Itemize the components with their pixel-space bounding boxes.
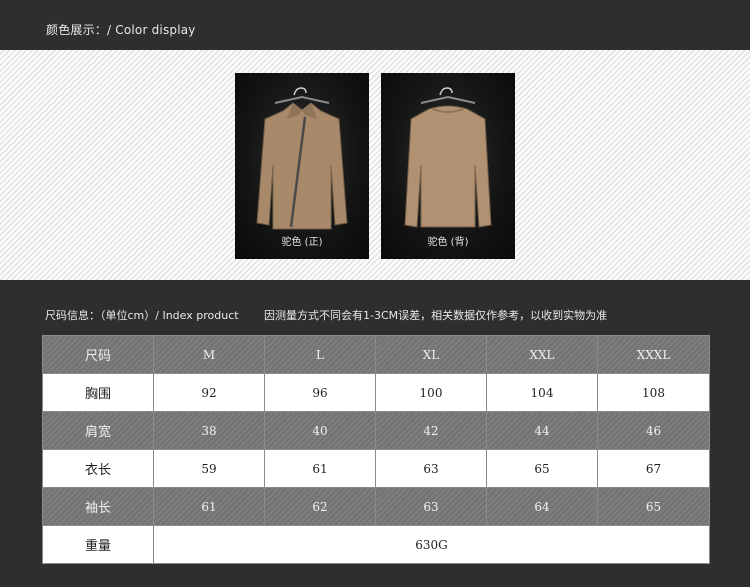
row-label: 袖长 — [42, 487, 154, 526]
table-cell: 63 — [375, 449, 487, 488]
size-table: 尺码 M L XL XXL XXXL 胸围 92 96 100 104 108 … — [42, 335, 710, 564]
weight-value: 630G — [153, 525, 710, 564]
size-info-note: 因测量方式不同会有1-3CM误差，相关数据仅作参考，以收到实物为准 — [264, 309, 608, 322]
table-row: 肩宽 38 40 42 44 46 — [42, 411, 710, 450]
table-cell: 104 — [486, 373, 598, 412]
table-cell: 108 — [597, 373, 710, 412]
table-cell: 46 — [597, 411, 710, 450]
table-cell: 61 — [264, 449, 376, 488]
size-header-cell: XXL — [486, 335, 598, 374]
photo-back-caption: 驼色 (背) — [427, 237, 469, 248]
table-row: 袖长 61 62 63 64 65 — [42, 487, 710, 526]
cardigan-front-image — [256, 87, 348, 230]
table-cell: 38 — [153, 411, 265, 450]
table-row: 胸围 92 96 100 104 108 — [42, 373, 710, 412]
table-cell: 65 — [486, 449, 598, 488]
cardigan-back-image — [404, 87, 492, 228]
row-label: 肩宽 — [42, 411, 154, 450]
table-cell: 61 — [153, 487, 265, 526]
weight-label: 重量 — [42, 525, 154, 564]
table-cell: 42 — [375, 411, 487, 450]
color-display-title: 颜色展示：/ Color display — [46, 23, 196, 37]
color-display-header: 颜色展示：/ Color display — [0, 0, 750, 50]
product-photo-front: 驼色 (正) — [235, 73, 369, 259]
color-display-band: 驼色 (正) 驼色 (背) — [0, 50, 750, 280]
table-cell: 67 — [597, 449, 710, 488]
size-header-cell: XXXL — [597, 335, 710, 374]
table-cell: 64 — [486, 487, 598, 526]
table-cell: 44 — [486, 411, 598, 450]
table-cell: 62 — [264, 487, 376, 526]
table-cell: 40 — [264, 411, 376, 450]
table-cell: 96 — [264, 373, 376, 412]
size-header-row: 尺码 M L XL XXL XXXL — [42, 335, 710, 374]
product-photo-back: 驼色 (背) — [381, 73, 515, 259]
row-label: 胸围 — [42, 373, 154, 412]
table-cell: 100 — [375, 373, 487, 412]
size-header-cell: M — [153, 335, 265, 374]
table-cell: 59 — [153, 449, 265, 488]
size-header-label: 尺码 — [42, 335, 154, 374]
weight-row: 重量 630G — [42, 525, 710, 564]
table-row: 衣长 59 61 63 65 67 — [42, 449, 710, 488]
table-cell: 63 — [375, 487, 487, 526]
table-cell: 65 — [597, 487, 710, 526]
photo-front-caption: 驼色 (正) — [281, 237, 323, 248]
size-header-cell: L — [264, 335, 376, 374]
size-header-cell: XL — [375, 335, 487, 374]
table-cell: 92 — [153, 373, 265, 412]
row-label: 衣长 — [42, 449, 154, 488]
size-info-title: 尺码信息：（单位cm）/ Index product — [45, 309, 239, 322]
